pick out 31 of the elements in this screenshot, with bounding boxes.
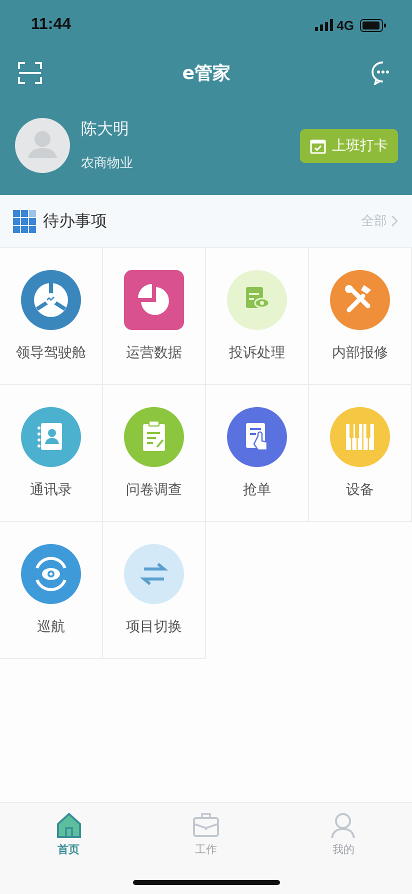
grid-icon xyxy=(13,210,36,232)
battery-icon xyxy=(360,18,386,32)
section-title: 待办事项 xyxy=(43,210,108,232)
feature-item[interactable]: 通讯录 xyxy=(0,385,103,522)
feature-item[interactable]: 项目切换 xyxy=(103,522,206,659)
home-icon xyxy=(54,811,83,839)
avatar-icon[interactable] xyxy=(15,118,70,173)
signal-icon xyxy=(314,19,333,31)
network-label: 4G xyxy=(336,18,354,32)
piano-icon xyxy=(330,407,390,467)
status-time: 11:44 xyxy=(31,16,72,34)
feature-item[interactable]: 巡航 xyxy=(0,522,103,659)
feature-item[interactable]: 设备 xyxy=(309,385,412,522)
feature-item[interactable]: 领导驾驶舱 xyxy=(0,248,103,385)
user-name: 陈大明 xyxy=(81,119,130,140)
tools-icon xyxy=(330,270,390,330)
company-name: 农商物业 xyxy=(81,155,134,172)
calendar-check-icon xyxy=(310,138,326,154)
feature-item[interactable]: 问卷调查 xyxy=(103,385,206,522)
feature-item[interactable]: 抢单 xyxy=(206,385,309,522)
feature-item[interactable]: 投诉处理 xyxy=(206,248,309,385)
switch-icon xyxy=(124,544,184,604)
pie-icon xyxy=(124,270,184,330)
contacts-icon xyxy=(21,407,81,467)
chevron-right-icon xyxy=(391,215,398,227)
scan-icon[interactable] xyxy=(18,62,42,84)
tab-item[interactable]: 首页 xyxy=(28,811,109,857)
eye-icon xyxy=(21,544,81,604)
app-title: e管家 xyxy=(182,62,231,85)
feature-item[interactable]: 运营数据 xyxy=(103,248,206,385)
feature-item[interactable]: 内部报修 xyxy=(309,248,412,385)
